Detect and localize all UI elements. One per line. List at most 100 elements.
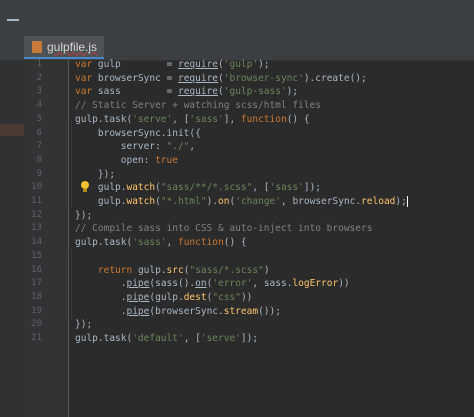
line-number: 17 (31, 278, 42, 289)
code-line[interactable]: 2 var browserSync = require('browser-sync… (0, 72, 474, 85)
code-token: (sass(). (149, 278, 196, 290)
line-number: 9 (36, 168, 42, 179)
code-token: 'error' (212, 278, 253, 290)
code-token: "sass/**/*.scss" (160, 182, 253, 194)
code-line[interactable]: 16 return gulp.src("sass/*.scss") (0, 264, 474, 277)
code-token: true (155, 154, 178, 166)
code-line[interactable]: 3 var sass = require('gulp-sass'); (0, 85, 474, 98)
code-text: }); (75, 209, 92, 222)
code-token: , sass. (252, 278, 293, 290)
code-text: }); (75, 318, 92, 331)
code-token: . (75, 305, 127, 317)
lightbulb-icon[interactable] (80, 181, 90, 193)
line-number: 3 (36, 86, 42, 97)
code-token: ], (223, 113, 241, 125)
code-token: pipe (126, 305, 150, 317)
code-token: gulp = (92, 59, 178, 70)
code-token: ) (263, 264, 270, 276)
code-token: )) (338, 278, 350, 290)
code-token: }); (75, 168, 116, 180)
code-token: gulp.task( (75, 333, 133, 344)
code-token: 'gulp' (223, 59, 259, 70)
code-token: pipe (126, 291, 150, 303)
code-line[interactable]: 9 }); (0, 168, 474, 181)
code-token: )) (240, 291, 253, 303)
code-token: "*.html" (160, 196, 207, 207)
code-token: watch (126, 182, 156, 194)
line-number: 21 (31, 333, 42, 343)
code-line[interactable]: 15 (0, 250, 474, 263)
code-token: reload (361, 196, 396, 207)
code-token: browserSync.init({ (75, 127, 201, 139)
code-line[interactable]: 8 open: true (0, 154, 474, 167)
code-token: , (189, 141, 196, 153)
code-text: .pipe(gulp.dest("css")) (75, 291, 253, 304)
code-token: ).create(); (303, 72, 367, 84)
code-token: var (75, 59, 93, 70)
code-text: gulp.task('sass', function() { (75, 236, 247, 249)
code-token: watch (126, 196, 156, 207)
code-token: open: (75, 154, 156, 166)
code-text: .pipe(browserSync.stream()); (75, 305, 281, 318)
code-token: () { (223, 237, 247, 249)
code-line[interactable]: 1 var gulp = require('gulp'); (0, 58, 474, 71)
code-token: var (75, 72, 93, 84)
tab-gulpfile[interactable]: gulpfile.js (24, 36, 104, 59)
line-number: 18 (31, 291, 42, 302)
code-line[interactable]: 19 .pipe(browserSync.stream()); (0, 305, 474, 318)
code-token: }); (75, 209, 93, 221)
code-token: ()); (258, 305, 281, 317)
code-token: 'gulp-sass' (223, 86, 287, 98)
code-token: "./" (166, 141, 190, 153)
code-token: stream (223, 305, 259, 317)
line-number: 2 (36, 72, 42, 83)
code-line[interactable]: 4 // Static Server + watching scss/html f… (0, 99, 474, 112)
code-line[interactable]: 12}); (0, 209, 474, 222)
code-token: () { (286, 113, 310, 125)
code-token: ]); (240, 333, 259, 344)
code-token: gulp.task( (75, 113, 133, 125)
code-token: gulp.task( (75, 237, 133, 249)
code-text: open: true (75, 154, 178, 167)
line-number: 13 (31, 223, 42, 234)
code-token: browserSync = (92, 72, 178, 84)
text-caret (406, 196, 408, 207)
code-line[interactable]: 17 .pipe(sass().on('error', sass.logErro… (0, 277, 474, 290)
code-line[interactable]: 11 gulp.watch("*.html").on('change', bro… (0, 195, 474, 208)
line-number: 8 (36, 154, 42, 165)
code-token: on (195, 278, 207, 290)
code-token: "css" (212, 291, 241, 303)
code-line[interactable]: 21 gulp.task('default', ['serve']); (0, 332, 474, 345)
code-line[interactable]: 20}); (0, 318, 474, 331)
code-line[interactable]: 5 gulp.task('serve', ['sass'], function()… (0, 113, 474, 126)
code-line[interactable]: 7 server: "./", (0, 140, 474, 153)
collapse-icon[interactable] (6, 13, 20, 27)
code-token: , browserSync. (281, 196, 362, 207)
code-token: 'serve' (132, 113, 173, 125)
code-token: // Static Server + watching scss/html fi… (75, 100, 321, 112)
line-number: 15 (31, 250, 42, 261)
code-text: gulp.watch("*.html").on('change', browse… (75, 195, 408, 208)
code-token: require (177, 59, 219, 70)
code-token: 'browser-sync' (223, 72, 304, 84)
code-token: . (75, 278, 127, 290)
line-number: 7 (36, 141, 42, 152)
top-toolbar (0, 0, 474, 37)
line-number: 20 (31, 319, 42, 330)
line-number: 19 (31, 305, 42, 316)
code-token: 'sass' (189, 113, 224, 125)
code-line[interactable]: 6 browserSync.init({ (0, 127, 474, 140)
code-token: , (166, 237, 178, 249)
code-line[interactable]: 14 gulp.task('sass', function() { (0, 236, 474, 249)
code-text: }); (75, 168, 115, 181)
code-token: sass = (92, 86, 178, 98)
file-icon (32, 40, 42, 53)
code-line[interactable]: 13 // Compile sass into CSS & auto-inject… (0, 222, 474, 235)
code-line[interactable]: 18 .pipe(gulp.dest("css")) (0, 291, 474, 304)
code-token: (gulp. (149, 291, 184, 303)
code-text: var browserSync = require('browser-sync'… (75, 72, 367, 85)
code-line[interactable]: 10 gulp.watch("sass/**/*.scss", ['sass']… (0, 181, 474, 194)
code-text: .pipe(sass().on('error', sass.logError)) (75, 277, 350, 290)
code-token: ); (395, 196, 407, 207)
code-token: ); (286, 86, 299, 98)
